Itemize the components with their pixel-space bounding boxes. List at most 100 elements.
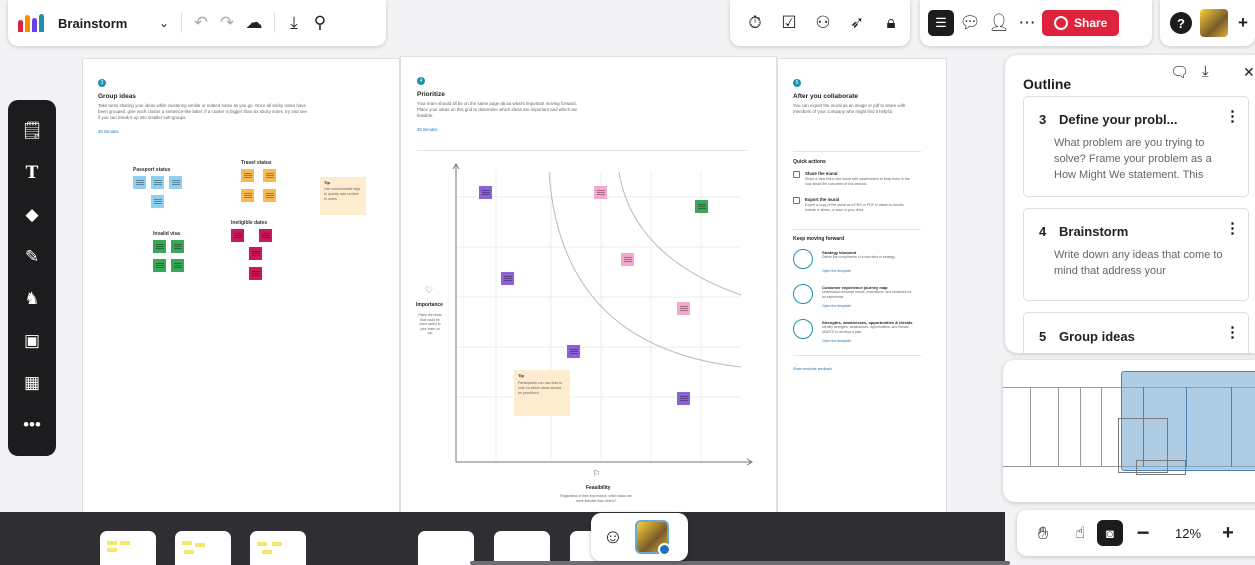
outline-card[interactable]: 5 Group ideas ⋮ — [1023, 312, 1249, 353]
frame-thumbnail[interactable] — [100, 531, 156, 565]
chevron-down-icon[interactable]: ⌄ — [153, 16, 175, 30]
presentation-icon[interactable]: ◙ — [1097, 520, 1123, 546]
step-number: 5 — [793, 79, 801, 87]
zoom-level[interactable]: 12% — [1163, 526, 1213, 541]
frame-thumbnail[interactable] — [494, 531, 550, 565]
sticky-note[interactable] — [151, 195, 164, 208]
minimap[interactable] — [1003, 360, 1255, 502]
summon-icon[interactable]: ➶ — [842, 13, 872, 33]
close-icon[interactable]: ✕ — [1243, 64, 1255, 81]
y-axis-desc: Place the ideas that could be most usefu… — [418, 313, 442, 336]
members-icon[interactable]: 👤︎ — [986, 13, 1012, 33]
template-desc: Identify strengths, weaknesses, opportun… — [822, 325, 909, 334]
undo-icon[interactable]: ↶ — [188, 13, 214, 33]
sticky-note[interactable] — [677, 392, 690, 405]
divider — [793, 355, 921, 356]
template-feedback-link[interactable]: Share template feedback — [793, 367, 832, 371]
sticky-note[interactable] — [479, 186, 492, 199]
frame-thumbnail[interactable] — [175, 531, 231, 565]
kebab-menu-icon[interactable]: ⋮ — [1225, 323, 1240, 341]
account-toolbar: ? + — [1160, 0, 1255, 46]
cluster-label: Invalid visa — [153, 231, 180, 237]
mural-logo[interactable] — [18, 14, 44, 32]
outline-icon[interactable]: ☰ — [928, 10, 954, 36]
sticky-note[interactable] — [501, 272, 514, 285]
board-title[interactable]: Brainstorm — [58, 16, 153, 31]
zoom-in-button[interactable]: + — [1213, 522, 1243, 545]
voting-icon[interactable]: ☑ — [774, 13, 804, 33]
tip-note[interactable]: Tip Use customizable tags to quickly add… — [320, 177, 366, 215]
lock-icon[interactable]: 🔒︎ — [876, 13, 906, 33]
help-icon[interactable]: ? — [1170, 12, 1192, 34]
tip-note[interactable]: Tip Participants can use dots to vote on… — [514, 370, 570, 416]
sticky-note[interactable] — [695, 200, 708, 213]
timer-icon[interactable]: ⏱ — [740, 13, 770, 33]
templates-icon[interactable]: ▦ — [8, 362, 56, 404]
kebab-menu-icon[interactable]: ⋮ — [1225, 107, 1240, 125]
template-card[interactable]: Customer experience journey map Understa… — [793, 284, 921, 310]
open-template-link[interactable]: Open the template — [822, 269, 851, 273]
add-outline-icon[interactable]: 🗨︎ — [1170, 63, 1189, 81]
sticky-note[interactable] — [263, 189, 276, 202]
llama-icon[interactable]: ♞ — [8, 278, 56, 320]
shapes-icon[interactable]: ◆ — [8, 194, 56, 236]
sticky-note[interactable] — [241, 169, 254, 182]
chat-icon[interactable]: 💬︎ — [958, 13, 982, 33]
outline-card[interactable]: 4 Brainstorm ⋮ Write down any ideas that… — [1023, 208, 1249, 301]
image-icon[interactable]: ▣ — [8, 320, 56, 362]
sticky-note[interactable] — [133, 176, 146, 189]
open-template-link[interactable]: Open the template — [822, 304, 851, 308]
sticky-note[interactable] — [249, 267, 262, 280]
frame-thumbnail[interactable] — [250, 531, 306, 565]
share-action[interactable]: Share the mural Share a view link to the… — [793, 171, 921, 193]
more-icon[interactable]: ⋯ — [1016, 13, 1038, 33]
private-mode-icon[interactable]: ⚇ — [808, 13, 838, 33]
sticky-note[interactable] — [171, 259, 184, 272]
select-hand-icon[interactable]: ☝︎ — [1063, 523, 1097, 543]
cloud-check-icon[interactable]: ☁ — [240, 13, 268, 33]
emoji-icon[interactable]: ☺ — [591, 526, 635, 549]
kebab-menu-icon[interactable]: ⋮ — [1225, 219, 1240, 237]
sticky-note[interactable] — [249, 247, 262, 260]
download-icon[interactable]: ⤓ — [1202, 63, 1209, 80]
frame-prioritize: 4 Prioritize Your team should all be on … — [400, 56, 777, 513]
export-icon[interactable]: ⤓ — [281, 13, 307, 33]
sticky-note[interactable] — [169, 176, 182, 189]
text-icon[interactable]: T — [8, 152, 56, 194]
sticky-note[interactable] — [594, 186, 607, 199]
hand-icon[interactable]: ✋︎ — [1023, 523, 1063, 544]
template-card[interactable]: Strengths, weaknesses, opportunities & t… — [793, 319, 921, 345]
sticky-note[interactable] — [677, 302, 690, 315]
sticky-note[interactable] — [263, 169, 276, 182]
template-icon — [793, 284, 813, 304]
sticky-note-icon[interactable]: 🗒︎ — [8, 110, 56, 152]
horizontal-scrollbar[interactable] — [470, 561, 1010, 565]
sticky-note[interactable] — [171, 240, 184, 253]
sticky-note[interactable] — [153, 240, 166, 253]
pen-icon[interactable]: ✎ — [8, 236, 56, 278]
frame-thumbnail[interactable] — [418, 531, 474, 565]
sticky-note[interactable] — [231, 229, 244, 242]
export-action[interactable]: Export the mural Export a copy of the mu… — [793, 197, 921, 219]
sticky-note[interactable] — [259, 229, 272, 242]
sticky-note[interactable] — [241, 189, 254, 202]
zoom-out-button[interactable]: − — [1123, 520, 1163, 546]
add-icon[interactable]: + — [1236, 13, 1250, 33]
outline-card[interactable]: 3 Define your probl... ⋮ What problem ar… — [1023, 96, 1249, 197]
search-icon[interactable]: ⚲ — [307, 13, 333, 33]
sticky-note[interactable] — [151, 176, 164, 189]
sticky-note[interactable] — [621, 253, 634, 266]
outline-card-number: 4 — [1039, 224, 1047, 239]
outline-card-number: 3 — [1039, 112, 1047, 127]
more-tools-icon[interactable]: ••• — [8, 404, 56, 446]
share-button[interactable]: Share — [1042, 10, 1120, 36]
sticky-note[interactable] — [153, 259, 166, 272]
avatar[interactable] — [1200, 9, 1228, 37]
facilitator-avatar[interactable] — [635, 520, 671, 556]
redo-icon[interactable]: ↷ — [214, 13, 240, 33]
add-user-icon — [1054, 16, 1068, 30]
sticky-note[interactable] — [567, 345, 580, 358]
outline-panel: Outline 🗨︎ ⤓ ✕ 3 Define your probl... ⋮ … — [1005, 55, 1255, 353]
open-template-link[interactable]: Open the template — [822, 339, 851, 343]
template-card[interactable]: Strategy blueprint Define the components… — [793, 249, 921, 275]
